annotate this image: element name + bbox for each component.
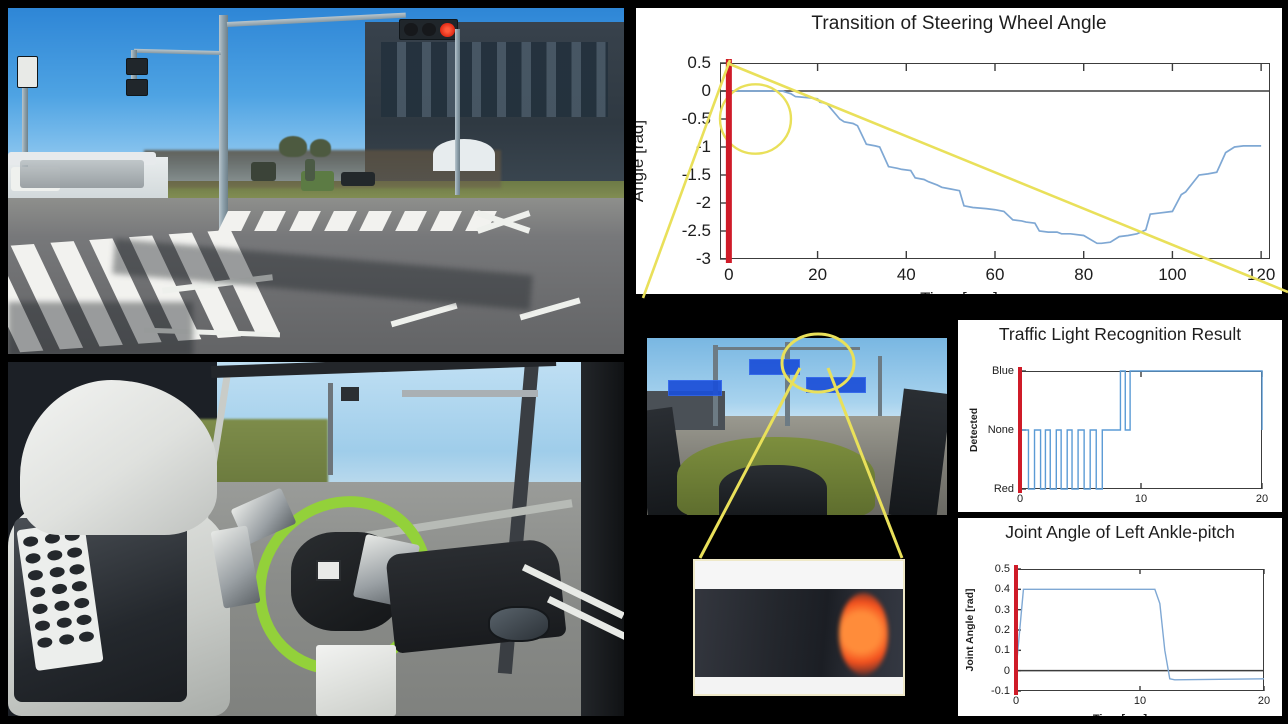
pine-tree	[279, 136, 307, 157]
y-tick-label: -2.5	[681, 221, 711, 240]
signal-mast	[218, 14, 228, 230]
detection-camera-panel[interactable]	[647, 338, 947, 515]
plot-frame	[1016, 569, 1264, 691]
detection-gantry	[716, 346, 860, 350]
equipment-box	[316, 645, 397, 716]
ankle-plot-area: 0.50.40.30.20.10-0.101020Time [sec]Joint…	[958, 543, 1282, 716]
y-tick-label: 0.3	[994, 603, 1010, 616]
y-tick-label: 0	[1003, 664, 1010, 677]
detection-box-3	[806, 376, 866, 393]
y-tick-label: Red	[993, 483, 1014, 495]
y-axis-label: Detected	[968, 407, 980, 453]
inset-bottom-band	[695, 676, 903, 694]
x-tick-label: 80	[1074, 265, 1094, 284]
x-tick-label: 0	[724, 265, 734, 284]
cockpit-camera-panel[interactable]	[8, 362, 624, 716]
y-tick-label: 0	[701, 81, 711, 100]
inset-top-band	[695, 561, 903, 589]
y-tick-label: None	[987, 424, 1014, 436]
detection-box-2	[749, 359, 800, 376]
right-door-frame	[580, 362, 624, 716]
chart-title-ankle: Joint Angle of Left Ankle-pitch	[1005, 522, 1235, 542]
far-light-pole	[454, 28, 460, 195]
x-tick-label: 100	[1158, 265, 1187, 284]
dome-structure	[433, 139, 495, 171]
steering-angle-chart[interactable]: Transition of Steering Wheel Angle 0.5 0-…	[636, 8, 1282, 294]
y-axis-label: Joint Angle [rad]	[964, 588, 976, 672]
traffic-light-recognition-chart[interactable]: Traffic Light Recognition Result Blue Non…	[958, 320, 1282, 512]
x-tick-label: 20	[1257, 695, 1271, 707]
y-tick-label: Blue	[991, 365, 1014, 377]
x-tick-label: 0	[1016, 493, 1024, 505]
far-truck	[251, 161, 276, 181]
dark-cart	[340, 172, 375, 187]
y-tick-label: -1	[695, 137, 711, 156]
foreground-shadow	[8, 302, 193, 354]
x-tick-label: 20	[808, 265, 828, 284]
plot-frame	[720, 63, 1270, 259]
y-tick-label: 0.5	[687, 53, 711, 72]
y-tick-label: -3	[695, 249, 711, 268]
traffic-light-left-lower	[126, 78, 149, 97]
detection-pole-c	[878, 355, 883, 416]
wheel-hub-foreground	[719, 465, 827, 515]
y-tick-label: 0.1	[994, 644, 1010, 657]
x-tick-label: 20	[1255, 493, 1269, 505]
x-axis-label: Time [sec]	[958, 511, 1282, 512]
y-tick-label: -0.5	[681, 109, 711, 128]
chart-title-steering: Transition of Steering Wheel Angle	[811, 13, 1107, 34]
plot-frame	[1020, 371, 1262, 489]
fence-rail	[20, 160, 144, 188]
street-camera-panel[interactable]	[8, 8, 624, 354]
pine-tree	[309, 139, 332, 157]
x-tick-label: 0	[1012, 695, 1020, 707]
detection-box-1	[668, 380, 722, 397]
y-axis-label: Angle [rad]	[636, 119, 647, 203]
robot-head-shell	[20, 379, 218, 536]
y-tick-label: 0.5	[994, 563, 1010, 575]
steering-plot-area: 0.5 0 -0.5 -1 -1.5 -2 -2.5 -3 0 20 40 60 80 100 120 Tim…	[636, 35, 1282, 294]
far-signal-post	[328, 383, 334, 476]
x-axis-label: Time [sec]	[958, 713, 1282, 716]
x-tick-label: 40	[896, 265, 916, 284]
x-axis-label: Time [sec]	[636, 289, 1282, 294]
x-tick-label: 120	[1246, 265, 1276, 284]
steering-hub-badge	[316, 560, 341, 582]
x-tick-label: 10	[1133, 695, 1147, 707]
x-tick-label: 60	[985, 265, 1005, 284]
far-signal-head	[340, 386, 360, 401]
side-mirror	[488, 606, 551, 642]
overhead-gantry	[402, 390, 538, 398]
y-tick-label: 0.2	[994, 624, 1010, 636]
y-tick-label: -2	[695, 193, 711, 212]
x-tick-label: 10	[1134, 493, 1148, 505]
y-tick-label: -1.5	[681, 165, 711, 184]
chart-title-traffic: Traffic Light Recognition Result	[998, 324, 1242, 344]
y-tick-label: 0.4	[994, 583, 1010, 596]
camera-housing	[16, 56, 38, 88]
ankle-joint-angle-chart[interactable]: Joint Angle of Left Ankle-pitch 0.5 0.4 0.…	[958, 518, 1282, 716]
y-tick-label: -0.1	[991, 685, 1010, 697]
traffic-light-zoom-inset[interactable]	[693, 559, 905, 696]
screenshot-root: Transition of Steering Wheel Angle 0.5 0-…	[0, 0, 1288, 724]
person-standing	[304, 158, 315, 181]
traffic-light-left-upper	[126, 58, 149, 76]
detection-pole-b	[785, 341, 790, 427]
traffic-plot-area: Blue None Red0 10 20 Time [sec] Detected	[958, 345, 1282, 512]
